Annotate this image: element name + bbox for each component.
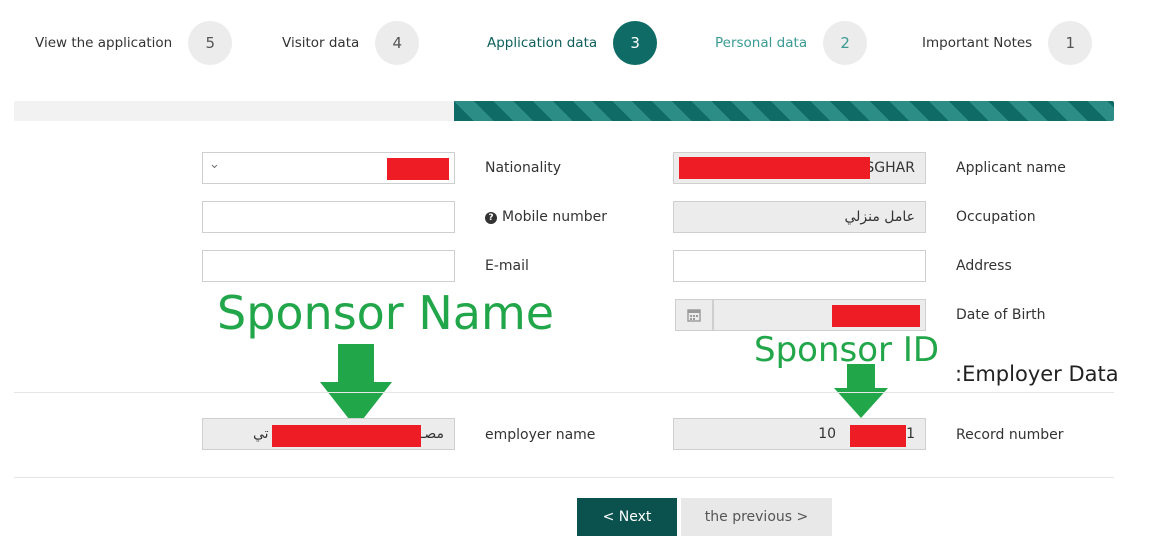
sponsor-name-annotation: Sponsor Name <box>217 286 555 340</box>
redaction-applicant-name <box>679 157 870 179</box>
applicant-name-label: Applicant name <box>956 160 1066 176</box>
redaction-date-of-birth <box>832 305 920 327</box>
occupation-label: Occupation <box>956 209 1036 225</box>
employer-name-value-left: تي <box>253 426 269 442</box>
employer-name-label: employer name <box>485 427 596 443</box>
mobile-number-label: Mobile number <box>502 209 608 225</box>
address-input[interactable] <box>673 250 926 282</box>
employer-data-title: :Employer Data <box>955 362 1119 386</box>
step-application-data[interactable]: Application data 3 <box>487 21 658 65</box>
chevron-down-icon: ⌄ <box>209 157 220 172</box>
step-important-notes[interactable]: Important Notes 1 <box>922 21 1093 65</box>
occupation-field[interactable]: عامل منزلي <box>673 201 926 233</box>
question-circle-icon[interactable]: ? <box>485 212 497 224</box>
step-personal-data[interactable]: Personal data 2 <box>715 21 868 65</box>
redaction-employer-name <box>272 425 421 447</box>
step-number: 2 <box>823 21 868 65</box>
date-of-birth-label: Date of Birth <box>956 307 1046 323</box>
section-divider <box>14 392 1114 393</box>
applicant-name-value: SGHAR <box>865 160 915 176</box>
step-label: Personal data <box>715 35 808 51</box>
calendar-icon <box>687 309 701 322</box>
calendar-button[interactable] <box>675 299 713 331</box>
step-label: View the application <box>35 35 173 51</box>
step-view-application[interactable]: View the application 5 <box>35 21 233 65</box>
redaction-nationality <box>387 158 449 180</box>
step-label: Application data <box>487 35 598 51</box>
occupation-value: عامل منزلي <box>844 209 915 225</box>
nationality-label: Nationality <box>485 160 562 176</box>
step-number: 1 <box>1048 21 1093 65</box>
employer-name-value-right: مصـ <box>420 426 444 442</box>
mobile-number-input[interactable] <box>202 201 455 233</box>
step-label: Visitor data <box>282 35 360 51</box>
mobile-number-label-wrap: ? Mobile number <box>485 209 607 225</box>
email-label: E-mail <box>485 258 529 274</box>
record-number-label: Record number <box>956 427 1064 443</box>
record-number-prefix: 10 <box>818 426 837 442</box>
step-number: 4 <box>375 21 420 65</box>
progress-fill <box>454 101 1114 121</box>
step-label: Important Notes <box>922 35 1033 51</box>
redaction-record-number <box>850 425 906 447</box>
next-button[interactable]: < Next <box>577 498 677 536</box>
step-visitor-data[interactable]: Visitor data 4 <box>282 21 420 65</box>
section-divider <box>14 477 1114 478</box>
step-number: 3 <box>613 21 658 65</box>
progress-bar <box>14 101 1114 121</box>
step-number: 5 <box>188 21 233 65</box>
record-number-suffix: 1 <box>906 426 915 442</box>
address-label: Address <box>956 258 1012 274</box>
previous-button[interactable]: the previous > <box>681 498 832 536</box>
email-input[interactable] <box>202 250 455 282</box>
